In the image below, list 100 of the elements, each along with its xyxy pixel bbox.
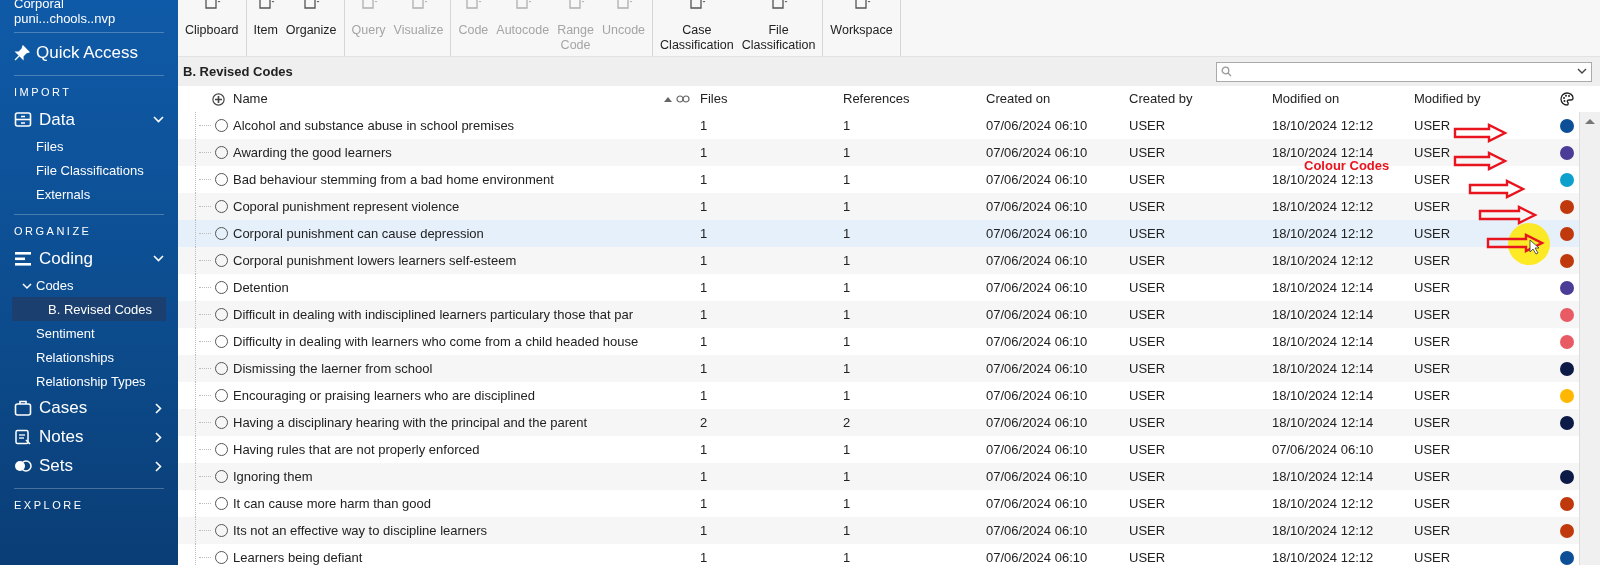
square-icon	[687, 0, 706, 10]
table-cell: 07/06/2024 06:10	[1272, 442, 1374, 457]
column-header[interactable]: Created by	[1129, 89, 1193, 109]
table-cell: USER	[1129, 199, 1166, 214]
sidebar-item[interactable]: Relationship Types	[14, 369, 164, 393]
code-name[interactable]: Detention	[233, 280, 289, 295]
code-name[interactable]: It can cause more harm than good	[233, 496, 431, 511]
table-cell: 18/10/2024 12:12	[1272, 199, 1374, 214]
code-name[interactable]: Ignoring them	[233, 469, 313, 484]
sidebar-item[interactable]: B. Revised Codes	[12, 297, 166, 321]
code-name[interactable]: Having rules that are not properly enforced	[233, 442, 480, 457]
table-cell: 1	[843, 280, 851, 295]
add-circle-icon[interactable]	[212, 92, 225, 106]
chevron-right-icon[interactable]	[153, 431, 164, 443]
section-heading: ORGANIZE	[14, 225, 93, 238]
column-header[interactable]: Files	[700, 89, 728, 109]
table-cell: USER	[1414, 226, 1451, 241]
table-cell: 18/10/2024 12:12	[1272, 523, 1374, 538]
table-cell: 07/06/2024 06:10	[986, 307, 1088, 322]
table-cell: 1	[843, 388, 851, 403]
scrollbar[interactable]	[1579, 112, 1600, 565]
square-icon	[256, 0, 275, 10]
table-cell: USER	[1414, 496, 1451, 511]
table-cell: 07/06/2024 06:10	[986, 388, 1088, 403]
table-cell: USER	[1414, 145, 1451, 160]
table-cell: 18/10/2024 12:14	[1272, 388, 1374, 403]
search-field[interactable]	[1216, 61, 1592, 82]
sidebar-item[interactable]: File Classifications	[14, 158, 164, 182]
code-name[interactable]: Difficult in dealing with indisciplined learners particulary those that par	[233, 307, 634, 322]
code-name[interactable]: Bad behaviour stemming from a bad home environment	[233, 172, 554, 187]
table-cell: USER	[1129, 469, 1166, 484]
annotation-arrow	[1486, 233, 1545, 253]
code-name[interactable]: Alcohol and substance abuse in school premises	[233, 118, 515, 133]
toolbar-button[interactable]: Item	[253, 0, 278, 56]
column-header[interactable]: Modified by	[1414, 89, 1481, 109]
code-name[interactable]: Learners being defiant	[233, 550, 363, 565]
chevron-down-icon[interactable]	[153, 253, 164, 265]
table-cell: 07/06/2024 06:10	[986, 253, 1088, 268]
table-cell: 07/06/2024 06:10	[986, 496, 1088, 511]
code-name[interactable]: Its not an effective way to discipline learners	[233, 523, 488, 538]
sidebar-group[interactable]: Cases	[39, 398, 88, 418]
sidebar-item[interactable]: Externals	[14, 182, 164, 206]
chevron-down-icon[interactable]	[153, 114, 164, 126]
table-cell: USER	[1129, 550, 1166, 565]
sidebar-group[interactable]: Coding	[39, 249, 93, 269]
sidebar-item[interactable]: Relationships	[14, 345, 164, 369]
square-icon	[302, 0, 321, 10]
table-cell: 1	[700, 307, 708, 322]
table-cell: 1	[700, 280, 708, 295]
sidebar-group[interactable]: Data	[39, 110, 75, 130]
square-icon	[852, 0, 871, 10]
code-name[interactable]: Corporal punishment can cause depression	[233, 226, 484, 241]
toolbar-button[interactable]: Case Classification	[660, 0, 734, 56]
table-cell: 1	[700, 523, 708, 538]
column-header[interactable]: Name	[233, 89, 268, 109]
toolbar-button[interactable]: Workspace	[830, 0, 893, 56]
table-cell: USER	[1414, 388, 1451, 403]
table-cell: USER	[1414, 280, 1451, 295]
table-cell: 1	[700, 226, 708, 241]
code-name[interactable]: Having a disciplinary hearing with the principal and the parent	[233, 415, 588, 430]
toolbar-button[interactable]: Organize	[285, 0, 337, 56]
code-name[interactable]: Difficulty in dealing with learners who come from a child headed house	[233, 334, 639, 349]
column-header[interactable]: Created on	[986, 89, 1051, 109]
table-cell: USER	[1129, 118, 1166, 133]
sidebar-item[interactable]: Codes	[36, 277, 74, 294]
dropdown-caret-icon[interactable]	[1577, 68, 1587, 75]
column-header[interactable]: References	[843, 89, 910, 109]
notepad-icon	[14, 428, 32, 446]
toolbar-button[interactable]: File Classification	[741, 0, 816, 56]
code-name[interactable]: Dismissing the laerner from school	[233, 361, 433, 376]
sidebar-item[interactable]: Files	[14, 134, 164, 158]
code-name[interactable]: Coporal punishment represent violence	[233, 199, 460, 214]
square-icon	[614, 0, 633, 10]
table-cell: 1	[843, 442, 851, 457]
code-name[interactable]: Corporal punishment lowers learners self-esteem	[233, 253, 517, 268]
scroll-up-icon[interactable]	[1585, 118, 1595, 125]
column-header[interactable]: Modified on	[1272, 89, 1340, 109]
sort-up-icon[interactable]	[664, 96, 672, 102]
palette-icon[interactable]	[1560, 92, 1574, 106]
sidebar-group[interactable]: Notes	[39, 427, 84, 447]
table-cell: 18/10/2024 12:14	[1272, 145, 1374, 160]
sidebar-group[interactable]: Sets	[39, 456, 74, 476]
table-cell: 07/06/2024 06:10	[986, 226, 1088, 241]
annotation-label: Colour Codes	[1304, 160, 1390, 172]
table-cell: 07/06/2024 06:10	[986, 442, 1088, 457]
sidebar-item[interactable]: Sentiment	[14, 321, 164, 345]
table-cell: USER	[1129, 280, 1166, 295]
chevron-right-icon[interactable]	[153, 402, 164, 414]
code-name[interactable]: Encouraging or praising learners who are disciplined	[233, 388, 536, 403]
table-cell: USER	[1129, 496, 1166, 511]
list-title: B. Revised Codes	[183, 62, 293, 81]
table-cell: 07/06/2024 06:10	[986, 361, 1088, 376]
quick-access-link[interactable]: Quick Access	[36, 43, 139, 63]
table-cell: 1	[700, 145, 708, 160]
chevron-right-icon[interactable]	[153, 460, 164, 472]
table-cell: 1	[843, 145, 851, 160]
toolbar-button[interactable]: Clipboard	[185, 0, 239, 56]
code-name[interactable]: Awarding the good learners	[233, 145, 392, 160]
chevron-down-icon[interactable]	[22, 280, 32, 291]
table-cell: 1	[700, 118, 708, 133]
